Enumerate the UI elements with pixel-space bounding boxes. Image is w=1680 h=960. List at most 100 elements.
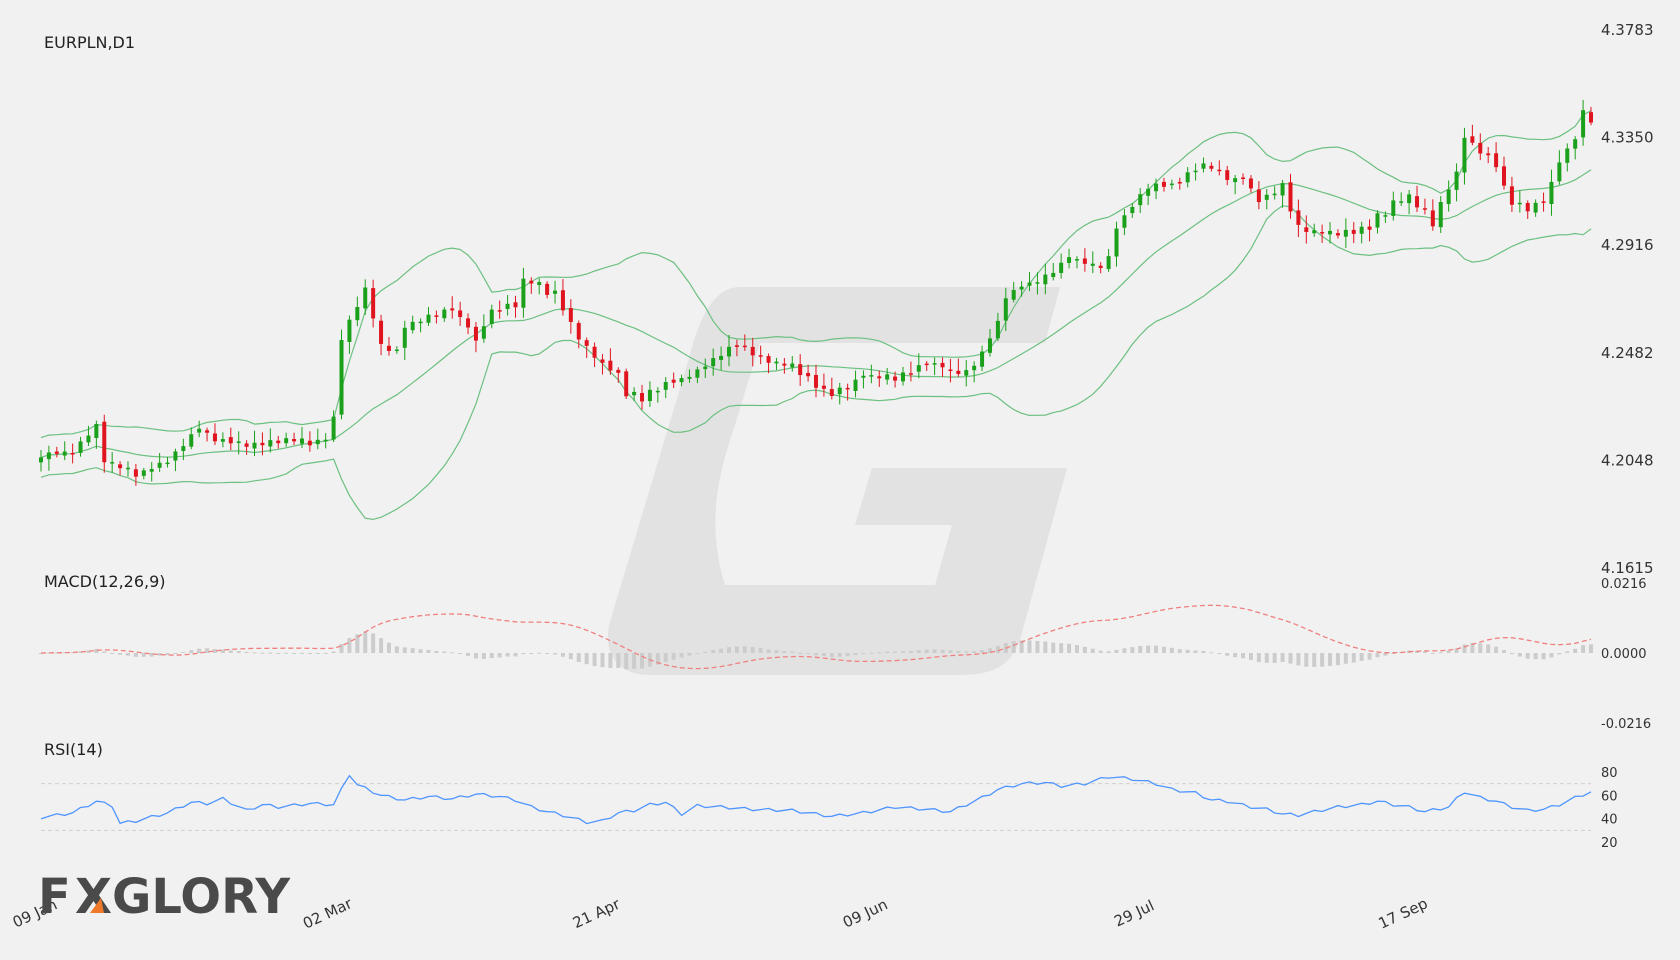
candle xyxy=(1225,165,1230,186)
candle xyxy=(78,436,83,457)
candle-body xyxy=(276,440,281,444)
macd-bar xyxy=(1375,653,1380,658)
macd-bar xyxy=(252,652,257,654)
candle xyxy=(1454,163,1459,202)
macd-bar xyxy=(276,653,281,654)
candle xyxy=(1217,160,1222,176)
candle-body xyxy=(900,372,905,382)
candle-body xyxy=(1217,169,1222,172)
candle-body xyxy=(1557,162,1562,182)
macd-bar xyxy=(228,650,233,653)
candle xyxy=(1209,162,1214,172)
candle-body xyxy=(141,470,146,476)
candle-body xyxy=(125,467,130,470)
candle xyxy=(774,357,779,371)
candle xyxy=(908,361,913,382)
candle-body xyxy=(1335,233,1340,236)
macd-bar xyxy=(553,653,558,655)
candle xyxy=(1581,99,1586,146)
macd-bar xyxy=(118,653,123,655)
candle-body xyxy=(1122,215,1127,228)
macd-bar xyxy=(1098,650,1103,653)
candle-body xyxy=(1581,110,1586,138)
candle-body xyxy=(149,468,154,472)
candle xyxy=(371,279,376,328)
candle-body xyxy=(189,434,194,447)
candle xyxy=(379,314,384,356)
candle xyxy=(1335,229,1340,239)
macd-bar xyxy=(299,652,304,654)
candle xyxy=(924,361,929,372)
candle xyxy=(220,432,225,448)
candle-body xyxy=(711,358,716,367)
macd-bar xyxy=(790,651,795,653)
candle xyxy=(1169,179,1174,190)
candle-body xyxy=(1264,194,1269,200)
macd-bar xyxy=(766,649,771,653)
macd-bar xyxy=(386,642,391,653)
macd-bar xyxy=(916,650,921,653)
candle xyxy=(766,353,771,374)
candle-body xyxy=(734,345,739,347)
candle xyxy=(798,354,803,386)
macd-bar xyxy=(505,653,510,657)
candle-body xyxy=(157,462,162,468)
macd-bar xyxy=(1027,640,1032,653)
candle xyxy=(434,310,439,324)
candle-body xyxy=(1359,226,1364,234)
candle-body xyxy=(1027,282,1032,286)
candle-body xyxy=(640,393,645,402)
candle xyxy=(521,267,526,318)
candle-body xyxy=(1082,258,1087,264)
candle xyxy=(900,366,905,386)
candle xyxy=(1106,249,1111,272)
candle xyxy=(54,446,59,458)
candle xyxy=(1122,209,1127,236)
candle-body xyxy=(292,439,297,442)
price-tick-label: 4.3783 xyxy=(1601,21,1654,39)
candle-body xyxy=(228,437,233,444)
brand-logo: F XGLORY xyxy=(38,869,291,925)
candle-body xyxy=(102,421,107,463)
candle-body xyxy=(355,307,360,321)
candle-body xyxy=(695,369,700,378)
macd-bar xyxy=(663,653,668,662)
candle-body xyxy=(1565,148,1570,163)
price-tick-label: 4.2916 xyxy=(1601,236,1654,254)
candle xyxy=(1201,157,1206,173)
candle-body xyxy=(956,370,961,374)
macd-bar xyxy=(1335,653,1340,666)
candle-body xyxy=(197,428,202,433)
candle xyxy=(268,428,273,453)
macd-bar xyxy=(537,652,542,654)
macd-bar xyxy=(703,651,708,653)
macd-bar xyxy=(742,646,747,653)
candle-body xyxy=(1130,206,1135,214)
candle-body xyxy=(371,288,376,319)
macd-bar xyxy=(600,653,605,668)
candle-body xyxy=(165,462,170,465)
candle-body xyxy=(236,441,241,443)
macd-bar xyxy=(402,647,407,653)
macd-bar xyxy=(284,652,289,654)
macd-bar xyxy=(837,653,842,657)
candle xyxy=(1438,196,1443,233)
candle-body xyxy=(632,391,637,396)
candle xyxy=(1090,251,1095,274)
candle-body xyxy=(560,290,565,311)
rsi-line xyxy=(40,774,1592,825)
candle-body xyxy=(1288,182,1293,212)
candle xyxy=(1525,200,1530,219)
candle xyxy=(1430,199,1435,231)
candle xyxy=(1494,142,1499,173)
candle xyxy=(956,358,961,377)
candle xyxy=(1320,224,1325,243)
candle xyxy=(1304,215,1309,244)
candle-body xyxy=(1343,229,1348,237)
candle-body xyxy=(379,320,384,344)
candle xyxy=(1549,169,1554,216)
macd-bar xyxy=(481,653,486,659)
candle xyxy=(553,280,558,304)
candle-body xyxy=(980,351,985,367)
candle-body xyxy=(1430,210,1435,227)
